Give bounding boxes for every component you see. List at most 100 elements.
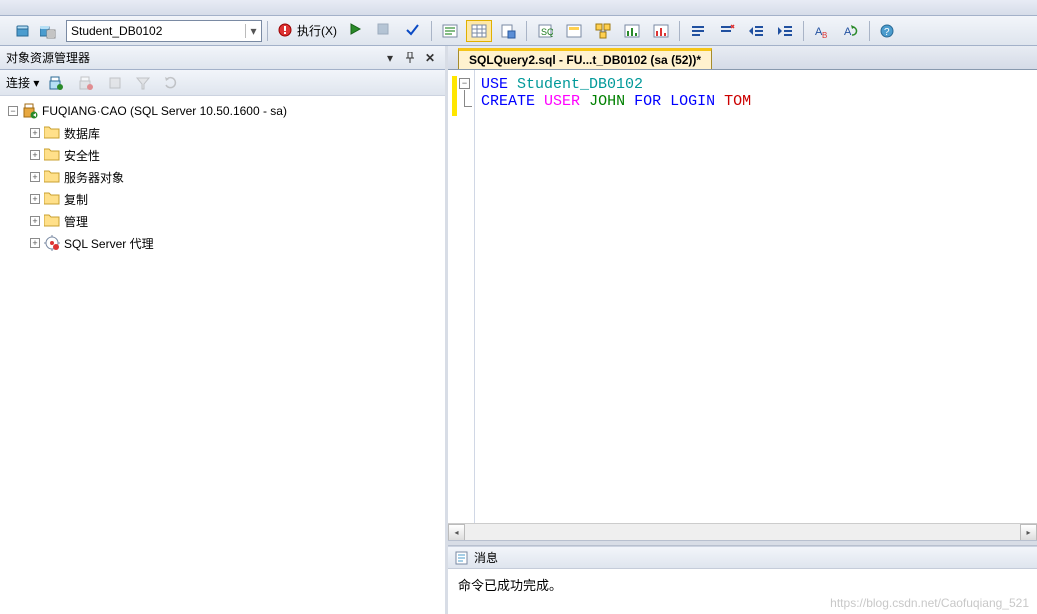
expand-icon[interactable]: +: [30, 150, 40, 160]
svg-text:SQL: SQL: [541, 27, 553, 37]
parse-check-button[interactable]: [400, 20, 426, 42]
object-explorer-header: 对象资源管理器 ▾ ✕: [0, 46, 445, 70]
help-icon[interactable]: ?: [875, 20, 899, 42]
node-label: 安全性: [64, 147, 100, 164]
execute-button[interactable]: 执行(X): [273, 20, 342, 42]
tree-node-sql-agent[interactable]: + SQL Server 代理: [2, 232, 443, 254]
node-label: 管理: [64, 213, 88, 230]
toolbar-separator: [267, 21, 268, 41]
object-explorer-panel: 对象资源管理器 ▾ ✕ 连接 ▾ − FUQIANG·CAO (SQL Serv…: [0, 46, 448, 614]
collapse-icon[interactable]: −: [8, 106, 18, 116]
folder-icon: [44, 191, 60, 207]
intellisense-group: AB A: [809, 20, 864, 42]
execute-label: 执行(X): [297, 22, 337, 39]
play-icon: [349, 23, 365, 39]
code-area[interactable]: USE Student_DB0102 CREATE USER JOHN FOR …: [475, 70, 757, 523]
editor-tab-label: SQLQuery2.sql - FU...t_DB0102 (sa (52))*: [469, 53, 701, 67]
connect-server-icon[interactable]: [43, 72, 69, 94]
panel-pin-icon[interactable]: [401, 49, 419, 67]
connect-dropdown[interactable]: 连接 ▾: [6, 74, 39, 91]
database-selector[interactable]: Student_DB0102 ▾: [66, 20, 262, 42]
query-plan-button[interactable]: SQL: [532, 20, 558, 42]
object-explorer-title: 对象资源管理器: [6, 49, 379, 66]
messages-text: 命令已成功完成。: [458, 578, 562, 593]
comment-icon[interactable]: [685, 20, 711, 42]
messages-tab-label[interactable]: 消息: [474, 549, 498, 566]
node-label: 服务器对象: [64, 169, 124, 186]
disconnect-icon[interactable]: [73, 72, 99, 94]
object-explorer-toolbar: 连接 ▾: [0, 70, 445, 96]
tree-node-security[interactable]: + 安全性: [2, 144, 443, 166]
tree-server-node[interactable]: − FUQIANG·CAO (SQL Server 10.50.1600 - s…: [2, 100, 443, 122]
intellisense-a-icon[interactable]: AB: [809, 20, 835, 42]
server-icon: [22, 103, 38, 119]
id-john: JOHN: [589, 93, 625, 110]
toolbar-separator-6: [869, 21, 870, 41]
query-options-button[interactable]: [561, 20, 587, 42]
kw-create: CREATE: [481, 93, 535, 110]
fold-toggle-icon[interactable]: −: [459, 78, 470, 89]
toolbar-separator-4: [679, 21, 680, 41]
results-to-grid-button[interactable]: [466, 20, 492, 42]
node-label: 数据库: [64, 125, 100, 142]
toolbar-strip-top: [0, 0, 1037, 16]
object-explorer-tree[interactable]: − FUQIANG·CAO (SQL Server 10.50.1600 - s…: [0, 96, 445, 614]
results-to-file-button[interactable]: [495, 20, 521, 42]
svg-text:B: B: [822, 31, 827, 39]
panel-dropdown-icon[interactable]: ▾: [381, 49, 399, 67]
debug-stop-icon: [377, 23, 393, 39]
expand-icon[interactable]: +: [30, 128, 40, 138]
folder-icon: [44, 125, 60, 141]
sql-editor[interactable]: − USE Student_DB0102 CREATE USER JOHN FO…: [448, 70, 1037, 523]
svg-text:A: A: [844, 26, 852, 38]
outdent-icon[interactable]: [743, 20, 769, 42]
kw-use: USE: [481, 76, 508, 93]
query-options-group: SQL: [532, 20, 674, 42]
kw-user: USER: [544, 93, 580, 110]
intellisense-refresh-icon[interactable]: A: [838, 20, 864, 42]
messages-tab-row: 消息: [448, 547, 1037, 569]
database-selector-dropdown-icon[interactable]: ▾: [245, 24, 261, 38]
expand-icon[interactable]: +: [30, 194, 40, 204]
messages-icon: [454, 550, 470, 566]
query-stats-live-button[interactable]: [648, 20, 674, 42]
uncomment-icon[interactable]: [714, 20, 740, 42]
expand-icon[interactable]: +: [30, 172, 40, 182]
editor-horizontal-scrollbar[interactable]: ◂ ▸: [448, 523, 1037, 540]
scroll-right-icon[interactable]: ▸: [1020, 524, 1037, 541]
kw-for: FOR: [634, 93, 661, 110]
refresh-icon[interactable]: [159, 72, 183, 94]
editor-tab-strip: SQLQuery2.sql - FU...t_DB0102 (sa (52))*: [448, 46, 1037, 70]
expand-icon[interactable]: +: [30, 216, 40, 226]
editor-tab-active[interactable]: SQLQuery2.sql - FU...t_DB0102 (sa (52))*: [458, 48, 712, 69]
filter-icon[interactable]: [131, 72, 155, 94]
fold-guide-end: [464, 106, 472, 107]
tree-node-databases[interactable]: + 数据库: [2, 122, 443, 144]
expand-icon[interactable]: +: [30, 238, 40, 248]
text-format-group: [685, 20, 798, 42]
result-mode-group: [437, 20, 521, 42]
folder-icon: [44, 147, 60, 163]
parse-check-icon: [405, 23, 421, 39]
query-stats-button[interactable]: [619, 20, 645, 42]
fold-gutter: −: [457, 70, 475, 523]
sql-agent-icon: [44, 235, 60, 251]
db-list-icon[interactable]: [40, 23, 56, 39]
toolbar-separator-3: [526, 21, 527, 41]
tree-node-replication[interactable]: + 复制: [2, 188, 443, 210]
panel-close-icon[interactable]: ✕: [421, 49, 439, 67]
db-refresh-icon[interactable]: [16, 23, 32, 39]
scroll-track[interactable]: [465, 524, 1020, 541]
node-label: SQL Server 代理: [64, 235, 154, 252]
play-button[interactable]: [344, 20, 370, 42]
db-name: Student_DB0102: [517, 76, 643, 93]
query-plan-icon-button[interactable]: [590, 20, 616, 42]
tree-node-management[interactable]: + 管理: [2, 210, 443, 232]
scroll-left-icon[interactable]: ◂: [448, 524, 465, 541]
execute-icon: [278, 23, 294, 39]
indent-icon[interactable]: [772, 20, 798, 42]
stop-icon[interactable]: [103, 72, 127, 94]
tree-node-server-objects[interactable]: + 服务器对象: [2, 166, 443, 188]
debug-button[interactable]: [372, 20, 398, 42]
results-to-text-button[interactable]: [437, 20, 463, 42]
